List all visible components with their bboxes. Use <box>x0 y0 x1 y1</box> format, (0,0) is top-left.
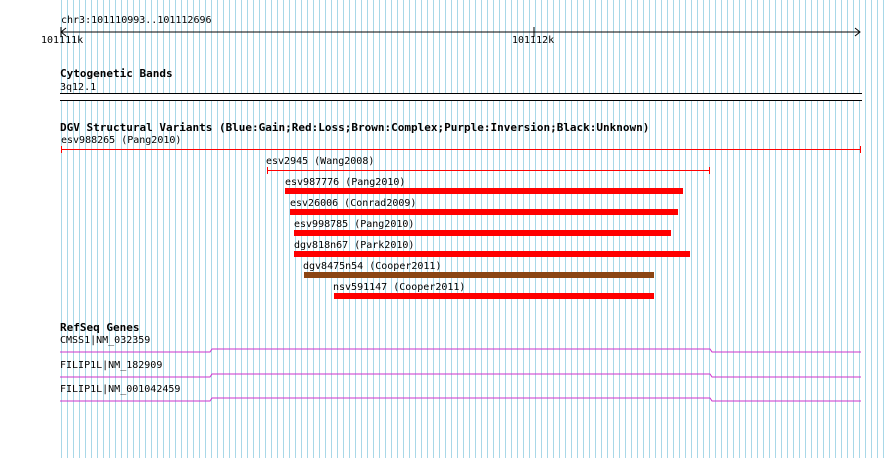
gene-model-FILIP1L-NM_182909 <box>60 373 861 378</box>
genome-browser-view[interactable]: chr3:101110993..101112696 101111k 101112… <box>0 0 890 458</box>
gene-model-CMSS1-NM_032359 <box>60 348 861 353</box>
gene-label-filip1l-nm182909[interactable]: FILIP1L|NM_182909 <box>60 360 162 371</box>
gene-label-filip1l-nm001042459[interactable]: FILIP1L|NM_001042459 <box>60 384 180 395</box>
gene-model-FILIP1L-NM_001042459 <box>60 397 861 402</box>
gene-label-cmss1[interactable]: CMSS1|NM_032359 <box>60 335 150 346</box>
